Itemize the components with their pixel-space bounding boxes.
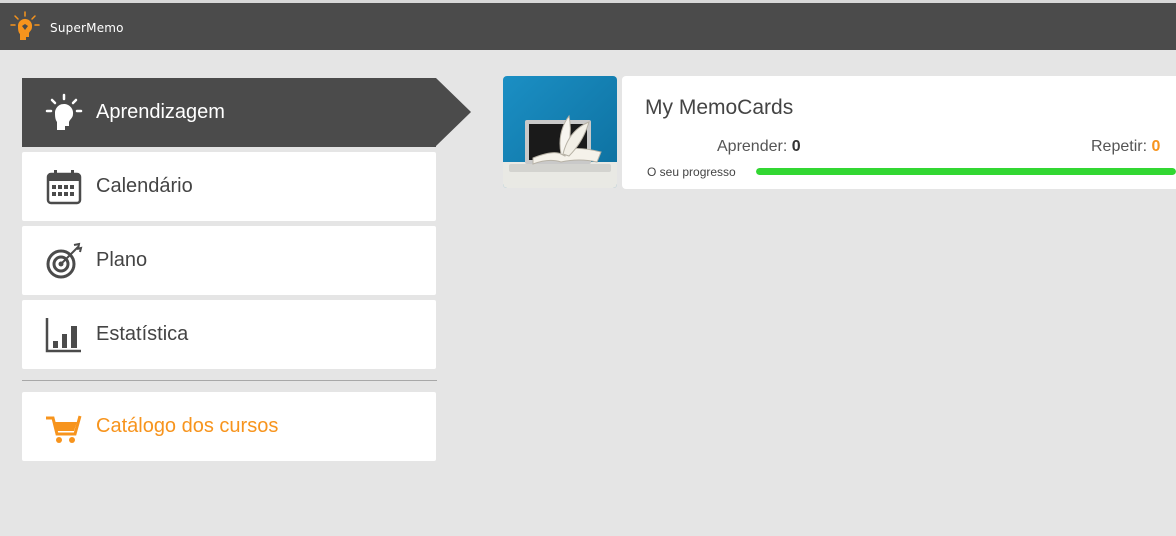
cart-icon bbox=[44, 407, 84, 447]
course-thumbnail[interactable] bbox=[503, 76, 617, 188]
repeat-label: Repetir: bbox=[1091, 138, 1148, 155]
supermemo-head-icon bbox=[10, 11, 40, 40]
progress-label: O seu progresso bbox=[647, 165, 736, 179]
repeat-value: 0 bbox=[1151, 138, 1161, 155]
learn-label: Aprender: bbox=[717, 138, 788, 155]
menu-divider bbox=[22, 380, 437, 381]
top-bar: SuperMemo bbox=[0, 0, 1176, 50]
menu-item-plano[interactable]: Plano bbox=[22, 226, 436, 295]
menu-item-catalogo[interactable]: Catálogo dos cursos bbox=[22, 392, 436, 461]
app-name: SuperMemo bbox=[50, 21, 124, 35]
bar-chart-icon bbox=[44, 315, 84, 355]
menu-label-calendario: Calendário bbox=[96, 175, 193, 197]
menu-item-aprendizagem[interactable]: Aprendizagem bbox=[22, 78, 471, 147]
laptop-book-image bbox=[503, 76, 617, 188]
menu-item-calendario[interactable]: Calendário bbox=[22, 152, 436, 221]
learn-value: 0 bbox=[791, 138, 801, 155]
menu-label-plano: Plano bbox=[96, 249, 148, 271]
repeat-stat: Repetir: 0 bbox=[1091, 138, 1160, 156]
progress-bar bbox=[756, 168, 1176, 175]
menu-item-estatistica[interactable]: Estatística bbox=[22, 300, 436, 369]
main-menu: Aprendizagem Calendário Plano Estatístic… bbox=[22, 78, 472, 466]
lightbulb-head-icon bbox=[44, 93, 84, 133]
course-card[interactable]: My MemoCards Aprender: 0 Repetir: 0 O se… bbox=[622, 76, 1176, 189]
menu-label-aprendizagem: Aprendizagem bbox=[96, 101, 225, 123]
progress-fill bbox=[756, 168, 1176, 175]
menu-label-catalogo: Catálogo dos cursos bbox=[96, 415, 279, 437]
app-logo[interactable]: SuperMemo bbox=[10, 10, 124, 46]
target-icon bbox=[44, 241, 84, 281]
calendar-icon bbox=[44, 167, 84, 207]
course-title[interactable]: My MemoCards bbox=[645, 96, 793, 120]
learn-stat: Aprender: 0 bbox=[717, 138, 801, 156]
menu-label-estatistica: Estatística bbox=[96, 323, 189, 345]
